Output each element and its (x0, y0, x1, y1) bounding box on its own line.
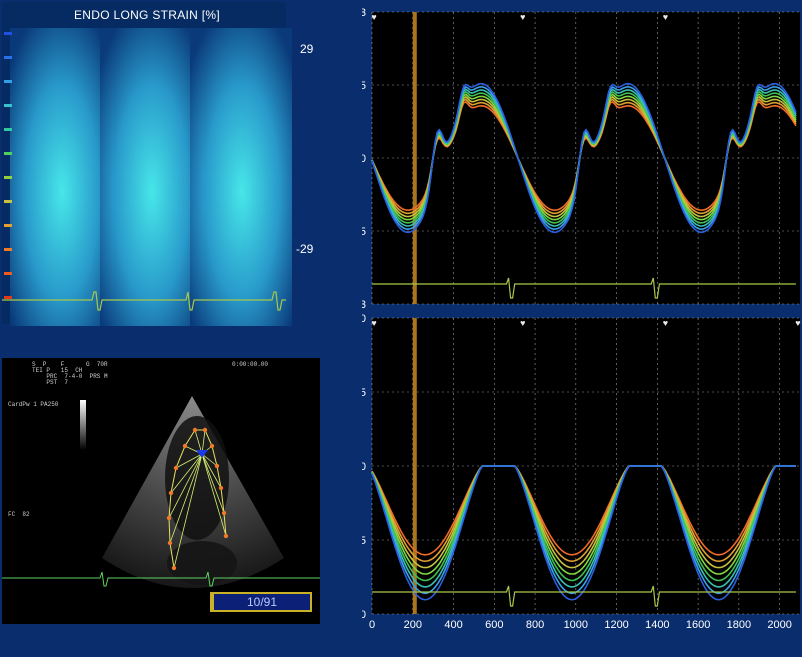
mmode-strain-map (2, 28, 292, 326)
tracking-point (171, 565, 177, 571)
mmode-beat-band (100, 28, 204, 326)
y-tick-label: -3 (362, 299, 366, 311)
x-tick-label: 1400 (645, 619, 669, 631)
beat-marker-icon: ♥ (663, 318, 668, 328)
segment-color-tick (4, 200, 12, 203)
strain-plot: 30150-15-30ENDO LONG STRAIN [%]020040060… (333, 313, 801, 631)
segment-color-tick (4, 104, 12, 107)
x-tick-label: 800 (526, 619, 544, 631)
segment-color-tick (4, 80, 12, 83)
tracking-point (218, 485, 224, 491)
y-tick-label: -30 (362, 609, 366, 621)
segment-color-tick (4, 152, 12, 155)
y-tick-label: -1.5 (362, 226, 366, 238)
frame-counter[interactable]: 10/91 (212, 592, 312, 612)
tracking-point (209, 443, 215, 449)
y-tick-label: 15 (362, 387, 366, 399)
x-tick-label: 1200 (604, 619, 628, 631)
x-tick-label: 1600 (686, 619, 710, 631)
tracking-point (167, 540, 173, 546)
x-tick-label: 2000 (767, 619, 791, 631)
plots-panel: 31.50-1.5-3ENDO LONG STRAIN RATE [1/s]♥♥… (333, 2, 802, 652)
segment-color-tick (4, 224, 12, 227)
plot-area (372, 12, 800, 304)
x-tick-label: 400 (444, 619, 462, 631)
tracking-point (166, 515, 172, 521)
y-tick-label: 30 (362, 313, 366, 325)
y-tick-label: 3 (362, 7, 366, 19)
beat-marker-icon: ♥ (795, 318, 800, 328)
segment-color-tick (4, 128, 12, 131)
tracking-point (192, 427, 198, 433)
echo-panel: S P F G 70R TEI P 15 CH PRC 7-4-0 PRS M … (2, 358, 320, 624)
tracking-point (221, 510, 227, 516)
x-tick-label: 200 (404, 619, 422, 631)
x-tick-label: 1800 (727, 619, 751, 631)
echo-time: 0:00:00.00 (232, 361, 269, 368)
y-tick-label: 1.5 (362, 80, 366, 92)
x-tick-label: 0 (369, 619, 375, 631)
tracking-point (202, 427, 208, 433)
tracking-point (223, 533, 229, 539)
y-tick-label: -15 (362, 535, 366, 547)
colorbar-max-label: 29 (300, 42, 314, 56)
tracking-point (182, 443, 188, 449)
beat-marker-icon: ♥ (371, 12, 376, 22)
x-tick-label: 1000 (564, 619, 588, 631)
beat-marker-icon: ♥ (663, 12, 668, 22)
echo-fc-label: FC 82 (8, 511, 30, 518)
segment-color-tick (4, 176, 12, 179)
tracking-point (214, 463, 220, 469)
mmode-beat-band (190, 28, 292, 326)
colorbar-min-label: -29 (296, 242, 314, 256)
tracking-point (173, 465, 179, 471)
echo-probe-label: CardPw 1 PA250 (8, 401, 59, 408)
mmode-title: ENDO LONG STRAIN [%] (73, 8, 221, 22)
mmode-bands (10, 28, 292, 326)
echo-image (2, 396, 320, 588)
beat-marker-icon: ♥ (520, 12, 525, 22)
gray-scale-bar (80, 400, 86, 450)
beat-marker-icon: ♥ (371, 318, 376, 328)
segment-color-tick (4, 272, 12, 275)
segment-color-tick (4, 296, 12, 299)
tracking-point (168, 490, 174, 496)
segment-color-tick (4, 32, 12, 35)
mmode-panel: ENDO LONG STRAIN [%] 29 -29 (2, 2, 313, 326)
strain-rate-plot: 31.50-1.5-3ENDO LONG STRAIN RATE [1/s]♥♥… (333, 7, 800, 311)
y-tick-label: 0 (362, 153, 366, 165)
time-cursor (412, 12, 417, 304)
segment-color-tick (4, 248, 12, 251)
segment-color-tick (4, 56, 12, 59)
beat-marker-icon: ♥ (520, 318, 525, 328)
y-tick-label: 0 (362, 461, 366, 473)
x-tick-label: 600 (485, 619, 503, 631)
strain-plots: 31.50-1.5-3ENDO LONG STRAIN RATE [1/s]♥♥… (333, 7, 801, 631)
echo-header-text: S P F G 70R TEI P 15 CH PRC 7-4-0 PRS M … (32, 361, 108, 386)
mmode-beat-band (10, 28, 114, 326)
